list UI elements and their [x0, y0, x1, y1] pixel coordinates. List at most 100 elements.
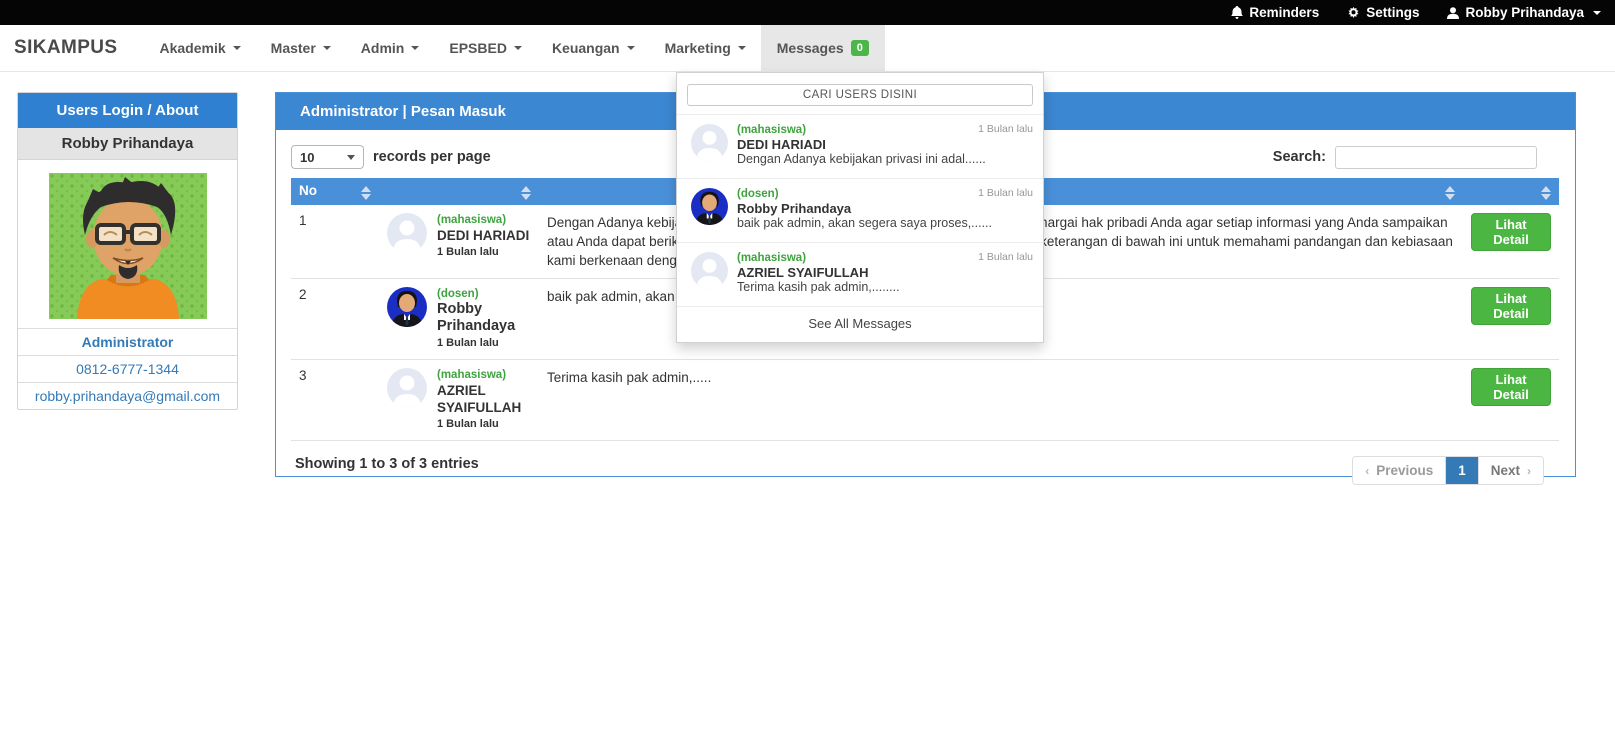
page-length-select[interactable]: 10 [291, 145, 364, 169]
view-detail-button[interactable]: Lihat Detail [1471, 287, 1551, 325]
reminders-label: Reminders [1249, 5, 1319, 20]
nav-item-marketing[interactable]: Marketing [650, 25, 761, 71]
column-header-no[interactable]: No [291, 178, 379, 205]
nav-label: Akademik [160, 40, 226, 56]
chevron-right-icon [1527, 465, 1531, 477]
page-length-control: 10 records per page [291, 145, 491, 169]
reminders-button[interactable]: Reminders [1231, 5, 1319, 20]
sidebar-avatar-wrap [18, 160, 237, 329]
avatar-placeholder-icon [691, 252, 728, 289]
nav-label: Admin [361, 40, 405, 56]
next-label: Next [1491, 463, 1520, 478]
message-item[interactable]: (mahasiswa) AZRIEL SYAIFULLAH Terima kas… [677, 242, 1043, 306]
pagination-previous-button[interactable]: Previous [1353, 457, 1445, 484]
sender-role: (mahasiswa) [437, 368, 531, 382]
sender-name: Robby Prihandaya [437, 301, 531, 335]
topbar: Reminders Settings Robby Prihandaya [0, 0, 1615, 25]
pagination-page-1-button[interactable]: 1 [1445, 457, 1479, 484]
pagination: Previous 1 Next [1352, 456, 1544, 485]
avatar-photo [387, 287, 427, 327]
nav-item-master[interactable]: Master [256, 25, 346, 71]
nav-item-admin[interactable]: Admin [346, 25, 435, 71]
sort-icon [1541, 186, 1551, 200]
message-time: 1 Bulan lalu [437, 335, 531, 351]
messages-dropdown: (mahasiswa) DEDI HARIADI Dengan Adanya k… [676, 72, 1044, 343]
sidebar-email-link[interactable]: robby.prihandaya@gmail.com [18, 383, 237, 409]
settings-label: Settings [1366, 5, 1419, 20]
chevron-left-icon [1365, 465, 1369, 477]
nav-item-epsbed[interactable]: EPSBED [434, 25, 537, 71]
message-time: 1 Bulan lalu [437, 416, 531, 432]
row-number: 3 [291, 360, 379, 441]
nav-label: Messages [777, 40, 844, 56]
gear-icon [1347, 6, 1360, 19]
sidebar-role-link[interactable]: Administrator [18, 329, 237, 356]
sender-cell: (dosen) Robby Prihandaya 1 Bulan lalu [387, 287, 531, 351]
user-cartoon-avatar [49, 173, 207, 319]
page-length-value: 10 [300, 150, 314, 165]
nav-label: Keuangan [552, 40, 620, 56]
navbar: SIKAMPUS Akademik Master Admin EPSBED Ke… [0, 25, 1615, 72]
settings-button[interactable]: Settings [1347, 5, 1419, 20]
sort-icon [521, 186, 531, 200]
search-input[interactable] [1335, 146, 1537, 169]
sort-icon [1445, 186, 1455, 200]
sidebar-user-name: Robby Prihandaya [18, 128, 237, 160]
sidebar-phone-link[interactable]: 0812-6777-1344 [18, 356, 237, 383]
messages-search-input[interactable] [687, 84, 1033, 106]
column-header-action[interactable] [1463, 178, 1559, 205]
avatar-photo [691, 188, 728, 225]
caret-down-icon [411, 46, 419, 50]
avatar-placeholder-icon [387, 213, 427, 253]
caret-down-icon [347, 155, 355, 160]
nav-label: EPSBED [449, 40, 507, 56]
table-search: Search: [1273, 146, 1537, 169]
sikampus-app: Reminders Settings Robby Prihandaya SIKA… [0, 0, 1615, 740]
message-time: 1 Bulan lalu [978, 251, 1033, 263]
sender-name: AZRIEL SYAIFULLAH [737, 265, 900, 280]
view-detail-button[interactable]: Lihat Detail [1471, 368, 1551, 406]
see-all-messages-link[interactable]: See All Messages [677, 306, 1043, 342]
message-time: 1 Bulan lalu [978, 187, 1033, 199]
sender-name: AZRIEL SYAIFULLAH [437, 382, 531, 416]
nav-item-keuangan[interactable]: Keuangan [537, 25, 650, 71]
message-item[interactable]: (mahasiswa) DEDI HARIADI Dengan Adanya k… [677, 114, 1043, 178]
table-row: 3 (mahasiswa) AZRIEL SYAIFULLAH 1 Bulan … [291, 360, 1559, 441]
user-menu-button[interactable]: Robby Prihandaya [1447, 5, 1601, 20]
page-length-label: records per page [373, 149, 491, 165]
message-preview: Terima kasih pak admin,........ [737, 280, 900, 295]
avatar-placeholder-icon [387, 368, 427, 408]
sender-role: (mahasiswa) [437, 213, 529, 227]
message-time: 1 Bulan lalu [978, 123, 1033, 135]
table-footer: Showing 1 to 3 of 3 entries Previous 1 N… [291, 456, 1560, 485]
sender-name: DEDI HARIADI [437, 227, 529, 244]
column-label: No [299, 183, 317, 198]
message-preview: Dengan Adanya kebijakan privasi ini adal… [737, 152, 986, 167]
sidebar-panel-title: Users Login / About [18, 93, 237, 128]
caret-down-icon [627, 46, 635, 50]
showing-entries-info: Showing 1 to 3 of 3 entries [291, 456, 479, 472]
column-header-user[interactable] [379, 178, 539, 205]
caret-down-icon [514, 46, 522, 50]
row-number: 1 [291, 205, 379, 279]
sort-icon [361, 186, 371, 200]
bell-icon [1231, 6, 1243, 19]
nav-item-akademik[interactable]: Akademik [145, 25, 256, 71]
view-detail-button[interactable]: Lihat Detail [1471, 213, 1551, 251]
sender-role: (mahasiswa) [737, 252, 900, 265]
nav-label: Master [271, 40, 316, 56]
brand-logo[interactable]: SIKAMPUS [14, 37, 118, 59]
caret-down-icon [1593, 11, 1601, 15]
sender-role: (mahasiswa) [737, 124, 986, 137]
previous-label: Previous [1376, 463, 1433, 478]
sender-cell: (mahasiswa) AZRIEL SYAIFULLAH 1 Bulan la… [387, 368, 531, 432]
message-item[interactable]: (dosen) Robby Prihandaya baik pak admin,… [677, 178, 1043, 242]
message-text: Terima kasih pak admin,..... [539, 360, 1463, 441]
nav-item-messages[interactable]: Messages 0 [761, 25, 885, 71]
caret-down-icon [233, 46, 241, 50]
sender-role: (dosen) [437, 287, 531, 301]
pagination-next-button[interactable]: Next [1479, 457, 1543, 484]
message-preview: baik pak admin, akan segera saya proses,… [737, 216, 992, 231]
avatar-placeholder-icon [691, 124, 728, 161]
message-time: 1 Bulan lalu [437, 244, 529, 260]
